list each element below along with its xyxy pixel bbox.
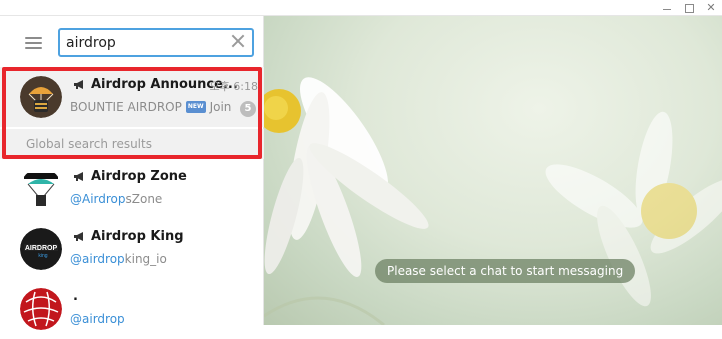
minimize-button[interactable]	[660, 1, 674, 15]
maximize-icon	[684, 4, 694, 13]
svg-text:AIRDROP: AIRDROP	[25, 245, 58, 252]
avatar	[20, 76, 62, 118]
chat-name: Airdrop King	[91, 229, 184, 244]
message-preview: BOUNTIE AIRDROP NEW Join h...	[70, 100, 235, 114]
username: @AirdropsZone	[70, 192, 162, 206]
username-rest: sZone	[125, 192, 163, 206]
chat-list-item[interactable]: Airdrop Announce... 오후 6:18 BOUNTIE AIRD…	[0, 67, 264, 127]
close-window-button[interactable]: ✕	[704, 1, 718, 15]
avatar: AIRDROP king	[20, 228, 62, 270]
minimize-icon	[663, 9, 671, 10]
title-bar: ✕	[0, 0, 722, 16]
chat-list-panel: Airdrop Announce... 오후 6:18 BOUNTIE AIRD…	[0, 16, 264, 330]
channel-icon	[74, 80, 83, 89]
search-box[interactable]	[58, 28, 254, 57]
preview-sender: BOUNTIE AIRDROP	[70, 100, 182, 114]
avatar	[20, 288, 62, 330]
channel-icon	[74, 172, 83, 181]
username-match: @Airdrop	[70, 192, 126, 206]
global-result-item[interactable]: . @airdrop	[0, 279, 264, 339]
preview-text: Join h...	[209, 100, 235, 114]
username-rest: king_io	[124, 252, 167, 266]
username: @airdropking_io	[70, 252, 167, 266]
chat-area: Please select a chat to start messaging	[264, 16, 722, 325]
global-result-item[interactable]: AIRDROP king Airdrop King @airdropking_i…	[0, 219, 264, 279]
new-badge: NEW	[185, 101, 206, 113]
avatar	[20, 168, 62, 210]
chat-title: .	[73, 289, 78, 304]
close-icon: ✕	[706, 1, 716, 14]
global-result-item[interactable]: Airdrop Zone @AirdropsZone	[0, 159, 264, 219]
chat-title: Airdrop King	[73, 229, 184, 244]
search-input[interactable]	[66, 34, 226, 52]
chat-title: Airdrop Zone	[73, 169, 187, 184]
global-search-header: Global search results	[0, 129, 264, 159]
menu-icon[interactable]	[25, 37, 42, 49]
channel-icon	[74, 232, 83, 241]
select-chat-placeholder: Please select a chat to start messaging	[375, 259, 636, 283]
message-time: 오후 6:18	[209, 80, 258, 93]
chat-name: Airdrop Zone	[91, 169, 187, 184]
username-match: @airdrop	[70, 252, 125, 266]
maximize-button[interactable]	[682, 1, 696, 15]
unread-count-badge: 5	[240, 101, 256, 117]
username: @airdrop	[70, 312, 125, 326]
svg-text:king: king	[38, 253, 47, 259]
username-match: @airdrop	[70, 312, 125, 326]
chat-name: .	[73, 289, 78, 304]
window-controls: ✕	[660, 0, 718, 16]
clear-search-icon[interactable]	[230, 33, 246, 49]
